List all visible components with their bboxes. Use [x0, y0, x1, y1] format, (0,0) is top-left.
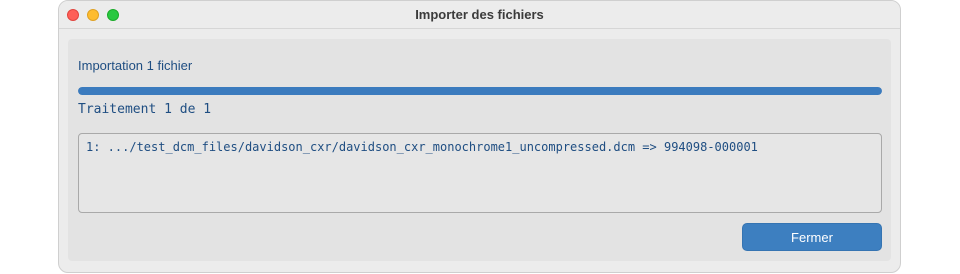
import-dialog-window: Importer des fichiers Importation 1 fich…	[58, 0, 901, 273]
import-panel: Importation 1 fichier Traitement 1 de 1 …	[68, 39, 891, 261]
title-bar[interactable]: Importer des fichiers	[59, 1, 900, 29]
processing-count-label: Traitement 1 de 1	[78, 102, 212, 117]
import-log-textarea[interactable]: 1: .../test_dcm_files/davidson_cxr/david…	[78, 133, 882, 213]
import-status-label: Importation 1 fichier	[78, 58, 193, 73]
window-title: Importer des fichiers	[415, 7, 544, 22]
import-progress-bar	[78, 87, 882, 95]
log-line: 1: .../test_dcm_files/davidson_cxr/david…	[86, 140, 758, 154]
import-progress-fill	[78, 87, 882, 95]
close-button[interactable]: Fermer	[742, 223, 882, 251]
